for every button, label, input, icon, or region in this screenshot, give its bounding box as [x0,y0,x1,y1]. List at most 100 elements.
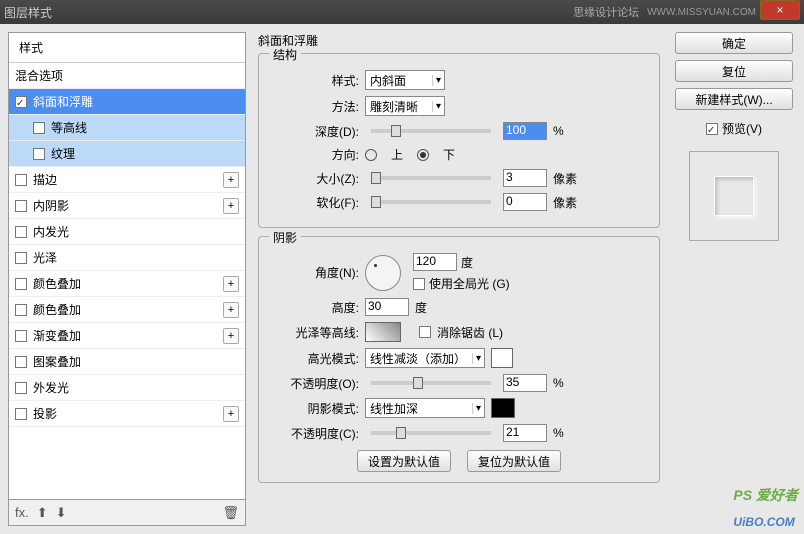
reset-default-button[interactable]: 复位为默认值 [467,450,561,472]
style-row-contour[interactable]: 等高线 [9,115,245,141]
titlebar: 图层样式 思缘设计论坛 WWW.MISSYUAN.COM × [0,0,804,24]
antialias-checkbox[interactable] [419,326,431,338]
shadow-opacity-input[interactable]: 21 [503,424,547,442]
shadow-mode-select[interactable]: 线性加深 [365,398,485,418]
global-light-checkbox[interactable] [413,278,425,290]
style-row-satin[interactable]: 光泽 [9,245,245,271]
checkbox-icon[interactable] [33,122,45,134]
dir-up-radio[interactable] [365,149,377,161]
altitude-input[interactable]: 30 [365,298,409,316]
ok-button[interactable]: 确定 [675,32,793,54]
trash-icon[interactable]: 🗑 [222,505,239,521]
watermark: PS 爱好者 UiBO.COM [733,480,798,532]
structure-fieldset: 结构 样式:内斜面 方法:雕刻清晰 深度(D):100% 方向:上下 大小(Z)… [258,53,660,228]
blend-options-row[interactable]: 混合选项 [9,63,245,89]
highlight-mode-label: 高光模式: [269,350,359,367]
size-input[interactable]: 3 [503,169,547,187]
style-row-inner-glow[interactable]: 内发光 [9,219,245,245]
depth-slider[interactable] [371,129,491,133]
shadow-legend: 阴影 [269,229,301,246]
style-row-bevel[interactable]: 斜面和浮雕 [9,89,245,115]
angle-dial[interactable] [365,255,401,291]
gloss-contour-swatch[interactable] [365,322,401,342]
action-panel: 确定 复位 新建样式(W)... 预览(V) [672,32,796,526]
structure-legend: 结构 [269,46,301,63]
plus-icon[interactable]: + [223,302,239,318]
plus-icon[interactable]: + [223,276,239,292]
style-row-texture[interactable]: 纹理 [9,141,245,167]
checkbox-icon[interactable] [33,148,45,160]
close-button[interactable]: × [760,0,800,20]
altitude-label: 高度: [269,299,359,316]
plus-icon[interactable]: + [223,172,239,188]
depth-input[interactable]: 100 [503,122,547,140]
checkbox-icon[interactable] [15,174,27,186]
new-style-button[interactable]: 新建样式(W)... [675,88,793,110]
style-select[interactable]: 内斜面 [365,70,445,90]
highlight-mode-select[interactable]: 线性减淡（添加） [365,348,485,368]
reset-button[interactable]: 复位 [675,60,793,82]
shadow-color-swatch[interactable] [491,398,515,418]
shadow-opacity-slider[interactable] [371,431,491,435]
style-row-gradient-overlay[interactable]: 渐变叠加+ [9,323,245,349]
checkbox-icon[interactable] [15,304,27,316]
highlight-opacity-label: 不透明度(O): [269,375,359,392]
method-select[interactable]: 雕刻清晰 [365,96,445,116]
style-row-outer-glow[interactable]: 外发光 [9,375,245,401]
soften-label: 软化(F): [269,194,359,211]
plus-icon[interactable]: + [223,406,239,422]
down-arrow-icon[interactable]: ⬇ [56,505,67,521]
dir-down-radio[interactable] [417,149,429,161]
styles-sidebar: 样式 混合选项 斜面和浮雕 等高线 纹理 描边+ 内阴影+ 内发光 光泽 颜色叠… [8,32,246,526]
styles-footer: fx. ⬆ ⬇ 🗑 [8,500,246,526]
checkbox-icon[interactable] [15,278,27,290]
global-light-label: 使用全局光 (G) [429,275,510,292]
antialias-label: 消除锯齿 (L) [437,324,503,341]
style-row-inner-shadow[interactable]: 内阴影+ [9,193,245,219]
style-row-color-overlay-2[interactable]: 颜色叠加+ [9,297,245,323]
settings-panel: 斜面和浮雕 结构 样式:内斜面 方法:雕刻清晰 深度(D):100% 方向:上下… [258,32,660,526]
direction-label: 方向: [269,146,359,163]
soften-input[interactable]: 0 [503,193,547,211]
angle-input[interactable]: 120 [413,253,457,271]
shadow-opacity-label: 不透明度(C): [269,425,359,442]
preview-box [689,151,779,241]
fx-icon[interactable]: fx. [15,505,29,520]
style-row-color-overlay[interactable]: 颜色叠加+ [9,271,245,297]
brand-text: 思缘设计论坛 [573,4,639,20]
preview-sample [714,176,754,216]
style-row-drop-shadow[interactable]: 投影+ [9,401,245,427]
preview-checkbox[interactable] [706,123,718,135]
style-row-stroke[interactable]: 描边+ [9,167,245,193]
style-label: 样式: [269,72,359,89]
shadow-mode-label: 阴影模式: [269,400,359,417]
checkbox-icon[interactable] [15,226,27,238]
checkbox-icon[interactable] [15,96,27,108]
size-slider[interactable] [371,176,491,180]
plus-icon[interactable]: + [223,328,239,344]
set-default-button[interactable]: 设置为默认值 [357,450,451,472]
checkbox-icon[interactable] [15,330,27,342]
shadow-fieldset: 阴影 角度(N): 120度 使用全局光 (G) 高度:30度 光泽等高线:消除… [258,236,660,483]
up-arrow-icon[interactable]: ⬆ [37,505,48,521]
preview-label: 预览(V) [722,120,762,137]
checkbox-icon[interactable] [15,252,27,264]
brand-url: WWW.MISSYUAN.COM [647,7,756,18]
checkbox-icon[interactable] [15,356,27,368]
highlight-opacity-slider[interactable] [371,381,491,385]
window-title: 图层样式 [4,4,573,21]
gloss-label: 光泽等高线: [269,324,359,341]
checkbox-icon[interactable] [15,200,27,212]
method-label: 方法: [269,98,359,115]
soften-slider[interactable] [371,200,491,204]
styles-header: 样式 [9,33,245,63]
plus-icon[interactable]: + [223,198,239,214]
depth-label: 深度(D): [269,123,359,140]
highlight-color-swatch[interactable] [491,348,513,368]
size-label: 大小(Z): [269,170,359,187]
style-row-pattern-overlay[interactable]: 图案叠加 [9,349,245,375]
checkbox-icon[interactable] [15,382,27,394]
checkbox-icon[interactable] [15,408,27,420]
panel-title: 斜面和浮雕 [258,32,660,49]
highlight-opacity-input[interactable]: 35 [503,374,547,392]
